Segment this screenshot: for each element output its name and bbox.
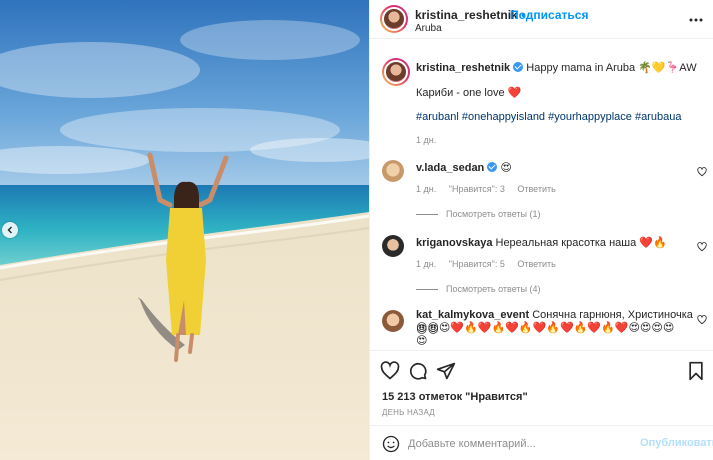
location-link[interactable]: Aruba — [415, 23, 442, 34]
like-heart-icon[interactable] — [380, 361, 400, 381]
add-comment-bar: Опубликовать — [370, 425, 713, 460]
comments-list[interactable]: kristina_reshetnik Happy mama in Aruba 🌴… — [370, 40, 713, 350]
beach-photo — [0, 0, 369, 460]
caption-body: Happy mama in Aruba 🌴💛🦩AW — [526, 62, 697, 74]
verified-badge-icon — [487, 162, 498, 172]
comment-time: 1 дн. — [416, 259, 437, 269]
comment-like-heart-icon[interactable] — [697, 167, 707, 177]
post-actions: 15 213 отметок "Нравится" ДЕНЬ НАЗАД Опу… — [370, 350, 713, 460]
post-timestamp[interactable]: ДЕНЬ НАЗАД — [382, 408, 435, 417]
author-username[interactable]: kristina_reshetnik • — [415, 8, 525, 22]
comment-input[interactable] — [408, 434, 628, 454]
caption-text: kristina_reshetnik Happy mama in Aruba 🌴… — [416, 61, 701, 76]
publish-button[interactable]: Опубликовать — [640, 437, 713, 449]
caption-avatar[interactable] — [382, 58, 410, 86]
follow-button[interactable]: Подписаться — [510, 8, 588, 22]
reply-button[interactable]: Ответить — [517, 259, 555, 269]
commenter-username[interactable]: kriganovskaya — [416, 237, 492, 249]
commenter-username[interactable]: v.lada_sedan — [416, 162, 484, 174]
verified-badge-icon — [513, 62, 524, 72]
previous-photo-button[interactable] — [2, 222, 18, 238]
view-replies-button[interactable]: Посмотреть ответы (1) — [416, 209, 541, 219]
commenter-avatar[interactable] — [382, 235, 404, 257]
comment-body: Нереальная красотка наша ❤️🔥 — [495, 237, 667, 249]
commenter-username[interactable]: kat_kalmykova_event — [416, 309, 529, 321]
caption-time: 1 дн. — [416, 135, 437, 145]
share-send-icon[interactable] — [436, 361, 456, 381]
post-details-panel: kristina_reshetnik • Подписаться Aruba k… — [369, 0, 713, 460]
post-photo[interactable] — [0, 0, 369, 460]
author-username-text[interactable]: kristina_reshetnik — [415, 8, 518, 22]
comment-body: 😍 — [500, 162, 512, 174]
author-avatar[interactable] — [380, 5, 408, 33]
post-header: kristina_reshetnik • Подписаться Aruba — [370, 0, 713, 39]
likes-count[interactable]: 15 213 отметок "Нравится" — [382, 391, 528, 403]
chevron-left-icon — [7, 226, 12, 234]
comment-text: v.lada_sedan 😍 — [416, 161, 701, 176]
save-bookmark-icon[interactable] — [686, 361, 706, 381]
comment-like-heart-icon[interactable] — [697, 315, 707, 325]
comment-bubble-icon[interactable] — [408, 361, 428, 381]
commenter-avatar[interactable] — [382, 310, 404, 332]
emoji-icon[interactable] — [382, 435, 400, 453]
comment-like-heart-icon[interactable] — [697, 242, 707, 252]
comment-meta: 1 дн. "Нравится": 3 Ответить — [416, 184, 566, 194]
comment-likes[interactable]: "Нравится": 3 — [449, 184, 505, 194]
comment-meta: 1 дн. "Нравится": 5 Ответить — [416, 259, 566, 269]
more-horizontal-icon[interactable] — [688, 12, 704, 28]
reply-button[interactable]: Ответить — [517, 184, 555, 194]
comment-likes[interactable]: "Нравится": 5 — [449, 259, 505, 269]
caption-line2: Кариби - one love ❤️ — [416, 87, 522, 99]
view-replies-button[interactable]: Посмотреть ответы (4) — [416, 284, 541, 294]
commenter-avatar[interactable] — [382, 160, 404, 182]
caption-username[interactable]: kristina_reshetnik — [416, 62, 510, 74]
comment-text: kriganovskaya Нереальная красотка наша ❤… — [416, 236, 701, 251]
comment-time: 1 дн. — [416, 184, 437, 194]
caption-hashtags[interactable]: #arubanl #onehappyisland #yourhappyplace… — [416, 110, 701, 125]
comment-body-line3: 😍 — [416, 335, 428, 347]
